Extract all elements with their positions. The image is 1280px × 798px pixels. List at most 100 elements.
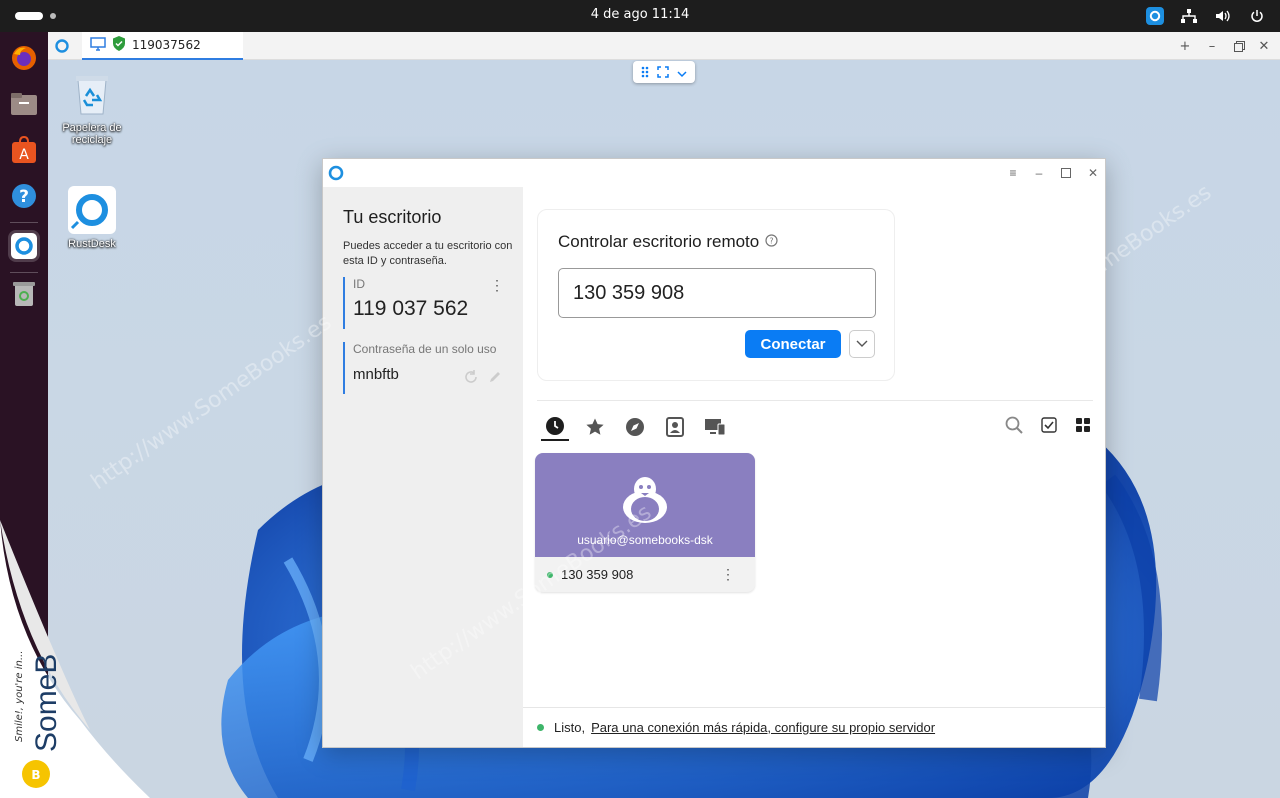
- compass-icon: [626, 418, 644, 436]
- star-icon: [586, 418, 604, 435]
- rustdesk-logo-icon: [54, 38, 70, 58]
- connect-button[interactable]: Conectar: [745, 330, 841, 358]
- system-tray: [1146, 6, 1266, 26]
- corner-tagline: Smile!, you're in...: [14, 650, 25, 742]
- status-dot: [537, 724, 544, 731]
- rustdesk-tray-icon[interactable]: [1146, 7, 1164, 25]
- id-label: ID: [353, 277, 365, 291]
- rustdesk-app-icon: [68, 186, 116, 234]
- tab-title: 119037562: [132, 38, 201, 52]
- corner-brand: SomeB: [30, 653, 63, 752]
- rustdesk-window: ≡ – ✕ Tu escritorio Puedes acceder a tu …: [322, 158, 1106, 748]
- status-text: Listo,: [554, 720, 586, 735]
- recycle-bin-desktop-icon[interactable]: Papelera de reciclaje: [52, 70, 132, 146]
- password-value[interactable]: mnbftb: [353, 366, 508, 383]
- rustdesk-desktop-icon[interactable]: RustDesk: [52, 186, 132, 250]
- rustdesk-title-logo-icon: [327, 164, 345, 187]
- remote-control-card: Controlar escritorio remoto ? 130 359 90…: [537, 209, 895, 381]
- minimize-icon[interactable]: –: [1203, 38, 1221, 54]
- remote-id-value: 130 359 908: [573, 281, 685, 304]
- linux-penguin-icon: [623, 477, 667, 523]
- chevron-down-icon[interactable]: [677, 63, 687, 82]
- viewer-tab-bar: 119037562 + – ✕: [48, 32, 1280, 60]
- svg-text:B: B: [31, 768, 40, 782]
- power-icon[interactable]: [1248, 7, 1266, 25]
- clock[interactable]: 4 de ago 11:14: [0, 7, 1280, 22]
- search-icon[interactable]: [1005, 416, 1023, 439]
- rd-minimize-icon[interactable]: –: [1031, 165, 1047, 181]
- edit-password-icon[interactable]: [488, 370, 502, 389]
- remote-toolbar: [633, 61, 695, 83]
- tab-address-book[interactable]: [661, 413, 689, 441]
- firefox-icon[interactable]: [8, 42, 40, 74]
- recycle-bin-label-2: reciclaje: [71, 134, 113, 146]
- secure-shield-icon: [112, 36, 126, 54]
- devices-icon: [705, 419, 726, 436]
- peer-username: usuario@somebooks-dsk: [577, 533, 713, 547]
- files-icon[interactable]: [8, 88, 40, 120]
- connect-options-dropdown[interactable]: [849, 330, 875, 358]
- password-field: Contraseña de un solo uso mnbftb: [343, 342, 508, 394]
- rd-close-icon[interactable]: ✕: [1085, 165, 1101, 181]
- trash-icon[interactable]: [8, 278, 40, 310]
- connection-tab[interactable]: 119037562: [82, 32, 243, 60]
- panel-description: Puedes acceder a tu escritorio con esta …: [343, 240, 513, 267]
- panel-title: Tu escritorio: [343, 207, 442, 227]
- peer-card-footer: 130 359 908 ⋮: [535, 557, 755, 592]
- tab-groups[interactable]: [701, 413, 729, 441]
- somebooks-corner-logo: B SomeB Smile!, you're in...: [0, 520, 150, 798]
- section-divider: [537, 400, 1093, 401]
- your-desktop-panel: Tu escritorio Puedes acceder a tu escrit…: [323, 187, 523, 747]
- clock-icon: [546, 417, 564, 435]
- recycle-bin-label-1: Papelera de: [62, 122, 122, 134]
- remote-viewer-window: 119037562 + – ✕ Papelera de reciclaje Ru…: [48, 32, 1280, 798]
- control-title: Controlar escritorio remoto ?: [558, 232, 778, 252]
- tab-discovered[interactable]: [621, 413, 649, 441]
- app-center-icon[interactable]: A: [8, 134, 40, 166]
- tab-favorites[interactable]: [581, 413, 609, 441]
- fullscreen-icon[interactable]: [657, 63, 669, 82]
- peer-id: 130 359 908: [561, 567, 634, 582]
- peer-card-header: usuario@somebooks-dsk: [535, 453, 755, 557]
- id-options-icon[interactable]: ⋮: [490, 277, 504, 294]
- ubuntu-top-bar: 4 de ago 11:14: [0, 0, 1280, 32]
- contacts-icon: [666, 417, 684, 437]
- id-value[interactable]: 119 037 562: [353, 297, 508, 321]
- online-status-dot: [547, 571, 553, 578]
- tab-recent[interactable]: [541, 413, 569, 441]
- svg-text:?: ?: [770, 237, 774, 246]
- status-bar: Listo, Para una conexión más rápida, con…: [523, 707, 1105, 747]
- menu-icon[interactable]: ≡: [1005, 165, 1021, 181]
- peer-tabs: [541, 413, 729, 441]
- rustdesk-titlebar[interactable]: ≡ – ✕: [323, 159, 1105, 187]
- refresh-password-icon[interactable]: [464, 370, 478, 389]
- close-icon[interactable]: ✕: [1255, 38, 1273, 54]
- control-title-text: Controlar escritorio remoto: [558, 232, 760, 251]
- peer-card[interactable]: usuario@somebooks-dsk 130 359 908 ⋮: [535, 453, 755, 592]
- network-icon[interactable]: [1180, 7, 1198, 25]
- workspace-indicator[interactable]: [15, 12, 43, 20]
- help-circle-icon[interactable]: ?: [765, 232, 778, 252]
- control-panel: Controlar escritorio remoto ? 130 359 90…: [523, 187, 1105, 747]
- help-icon[interactable]: ?: [8, 180, 40, 212]
- remote-id-input[interactable]: 130 359 908: [558, 268, 876, 318]
- select-checkbox-icon[interactable]: [1041, 416, 1057, 438]
- configure-server-link[interactable]: Para una conexión más rápida, configure …: [591, 720, 935, 735]
- id-field: ID 119 037 562 ⋮: [343, 277, 508, 329]
- monitor-icon: [90, 36, 106, 54]
- peer-options-icon[interactable]: ⋮: [721, 566, 735, 583]
- svg-text:?: ?: [19, 187, 29, 207]
- grid-view-icon[interactable]: [1075, 417, 1091, 438]
- password-label: Contraseña de un solo uso: [353, 342, 497, 356]
- add-tab-icon[interactable]: +: [1176, 38, 1194, 54]
- recycle-bin-icon: [68, 70, 116, 118]
- restore-icon[interactable]: [1230, 38, 1248, 54]
- peer-tools: [1005, 413, 1091, 441]
- remote-desktop[interactable]: Papelera de reciclaje RustDesk ≡ – ✕ Tu …: [48, 60, 1280, 798]
- workspace-dot[interactable]: [50, 13, 56, 19]
- svg-text:A: A: [19, 147, 29, 163]
- rustdesk-dock-icon[interactable]: [8, 230, 40, 262]
- rd-maximize-icon[interactable]: [1058, 165, 1074, 181]
- drag-handle-icon[interactable]: [641, 63, 649, 82]
- volume-icon[interactable]: [1214, 7, 1232, 25]
